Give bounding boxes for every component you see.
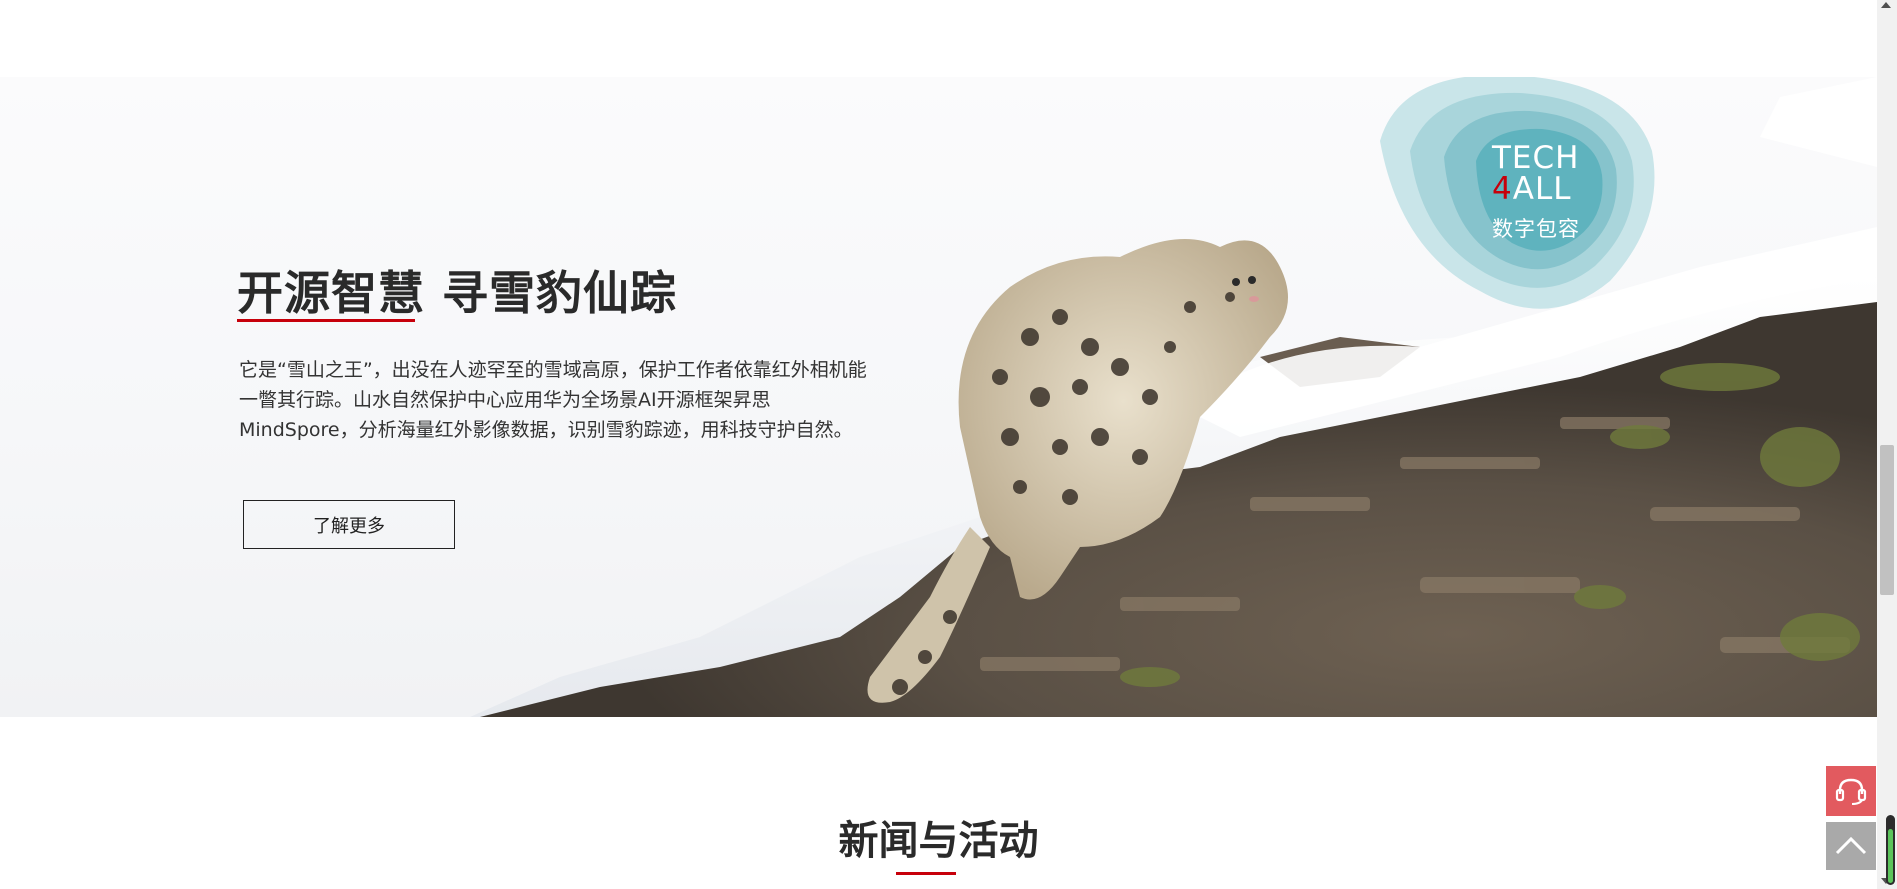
top-spacer [0, 0, 1877, 77]
all-label: ALL [1512, 171, 1572, 207]
banner-title: 开源智慧 寻雪豹仙踪 [237, 266, 678, 320]
scroll-up-arrow-icon[interactable] [1881, 2, 1891, 8]
news-section-title: 新闻与活动 [838, 818, 1039, 864]
headset-icon [1835, 778, 1867, 805]
news-title-underline [896, 872, 956, 875]
learn-more-button[interactable]: 了解更多 [243, 500, 455, 549]
tech4all-banner: 开源智慧 寻雪豹仙踪 它是“雪山之王”，出没在人迹罕至的雪域高原，保护工作者依靠… [0, 77, 1877, 717]
title-underline [237, 319, 415, 322]
four-label: 4 [1492, 171, 1513, 207]
customer-support-button[interactable] [1826, 766, 1876, 816]
digital-inclusion-label: 数字包容 [1492, 217, 1580, 241]
back-to-top-button[interactable] [1826, 822, 1876, 870]
chevron-up-icon [1835, 836, 1867, 855]
tech-label: TECH [1492, 140, 1580, 176]
tech4all-logo-text: TECH 4ALL 数字包容 [1492, 143, 1612, 243]
banner-description: 它是“雪山之王”，出没在人迹罕至的雪域高原，保护工作者依靠红外相机能一瞥其行踪。… [239, 359, 867, 441]
widget-indicator [1888, 829, 1893, 883]
floating-widget-handle[interactable] [1886, 815, 1895, 885]
four-all-label: 4ALL [1492, 174, 1612, 205]
scrollbar-thumb[interactable] [1880, 445, 1894, 595]
